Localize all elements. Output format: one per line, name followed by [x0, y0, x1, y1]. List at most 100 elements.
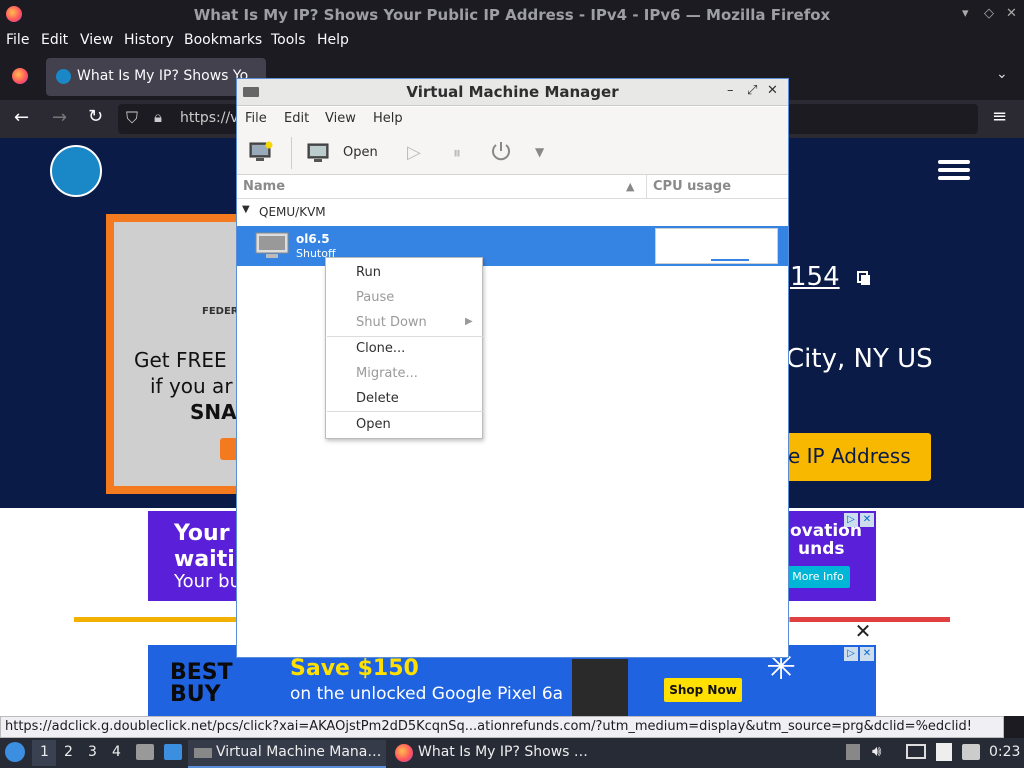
site-favicon-icon: [56, 69, 71, 84]
shop-now-button[interactable]: Shop Now: [664, 678, 742, 702]
connection-group-row[interactable]: ▼ QEMU/KVM: [237, 200, 788, 224]
back-arrow-icon[interactable]: ←: [14, 107, 29, 128]
menu-edit[interactable]: Edit: [41, 32, 68, 48]
minimize-icon[interactable]: ▾: [962, 6, 969, 21]
context-menu-shut-down[interactable]: Shut Down: [356, 315, 427, 330]
menu-file[interactable]: File: [6, 32, 29, 48]
task-firefox[interactable]: What Is My IP? Shows …: [390, 740, 588, 766]
context-menu-migrate[interactable]: Migrate...: [356, 366, 418, 381]
workspace-4[interactable]: 4: [112, 744, 121, 760]
vmm-menu-file[interactable]: File: [245, 111, 267, 126]
menu-help[interactable]: Help: [317, 32, 349, 48]
ad-line-3: SNA: [190, 400, 237, 424]
shutdown-menu-chevron-down-icon[interactable]: ▼: [535, 145, 544, 159]
menu-view[interactable]: View: [80, 32, 113, 48]
firefox-view-icon[interactable]: [12, 68, 28, 84]
ad-close-icon[interactable]: ✕: [860, 647, 874, 661]
context-menu-delete[interactable]: Delete: [356, 391, 399, 406]
app-menu-icon[interactable]: ≡: [992, 106, 1007, 127]
vmm-title: Virtual Machine Manager: [406, 83, 619, 101]
context-menu-clone[interactable]: Clone...: [356, 341, 405, 356]
workspace-2[interactable]: 2: [64, 744, 73, 760]
vmm-titlebar[interactable]: Virtual Machine Manager – ⤢ ✕: [237, 79, 788, 106]
lock-icon[interactable]: 🔒︎: [154, 108, 162, 126]
notification-icon[interactable]: [962, 744, 980, 760]
volume-icon[interactable]: 🔊︎: [872, 742, 881, 760]
adchoices-icon[interactable]: ▷: [844, 647, 858, 661]
run-icon[interactable]: ▷: [407, 142, 421, 163]
ad-close-icon[interactable]: ✕: [860, 513, 874, 527]
vm-list-header: Name ▲ CPU usage: [237, 175, 788, 199]
task-vmm[interactable]: Virtual Machine Mana…: [188, 740, 386, 768]
workspace-1[interactable]: 1: [40, 744, 49, 760]
menu-separator: [327, 336, 483, 337]
file-manager-icon[interactable]: [136, 744, 154, 760]
list-all-tabs-icon[interactable]: ⌄: [996, 66, 1008, 82]
forward-arrow-icon[interactable]: →: [52, 107, 67, 128]
clipboard-icon[interactable]: [936, 743, 952, 761]
banner1-right2: unds: [798, 539, 845, 559]
shield-icon[interactable]: ⛉: [126, 108, 138, 128]
banner1-line2: waitir: [174, 547, 246, 572]
bestbuy-logo: BEST BUY: [170, 660, 233, 707]
vmm-menu-edit[interactable]: Edit: [284, 111, 309, 126]
firefox-task-icon: [395, 744, 413, 762]
open-button[interactable]: Open: [343, 145, 378, 160]
new-vm-icon[interactable]: [249, 141, 273, 167]
menu-history[interactable]: History: [124, 32, 174, 48]
bestbuy-subtext: on the unlocked Google Pixel 6a: [290, 684, 564, 704]
clock[interactable]: 0:23: [989, 744, 1020, 760]
location-text: City, NY US: [786, 344, 933, 374]
side-ad[interactable]: FEDER Get FREE if you ar SNA: [114, 222, 239, 486]
menu-bookmarks[interactable]: Bookmarks: [184, 32, 262, 48]
task-vmm-label: Virtual Machine Mana…: [216, 744, 382, 760]
context-menu-pause[interactable]: Pause: [356, 290, 394, 305]
ad-seal-text: FEDER: [202, 306, 239, 317]
vmm-menu-view[interactable]: View: [325, 111, 356, 126]
copy-icon[interactable]: [856, 270, 872, 286]
workspace-3[interactable]: 3: [88, 744, 97, 760]
vmm-minimize-icon[interactable]: –: [727, 83, 734, 98]
phone-image: [572, 659, 628, 717]
show-desktop-icon[interactable]: [164, 744, 182, 760]
tray-icon[interactable]: [846, 744, 860, 760]
url-text[interactable]: https://v: [180, 110, 238, 126]
reload-icon[interactable]: ↻: [88, 106, 103, 127]
column-header-cpu-usage[interactable]: CPU usage: [653, 179, 731, 194]
submenu-arrow-icon: ▶: [465, 316, 473, 327]
close-icon[interactable]: ✕: [1006, 6, 1017, 21]
vmm-task-icon: [194, 748, 212, 758]
hamburger-menu-icon[interactable]: [938, 160, 970, 164]
context-menu-run[interactable]: Run: [356, 265, 381, 280]
vm-monitor-icon: [255, 232, 289, 264]
context-menu-open[interactable]: Open: [356, 417, 391, 432]
maximize-icon[interactable]: ◇: [984, 6, 994, 21]
vmm-close-icon[interactable]: ✕: [767, 83, 778, 98]
vm-context-menu: Run Pause Shut Down ▶ Clone... Migrate..…: [325, 257, 483, 439]
column-header-name[interactable]: Name: [243, 179, 285, 194]
start-menu-icon[interactable]: [5, 742, 25, 762]
toolbar-separator: [291, 137, 292, 169]
more-info-button[interactable]: More Info: [786, 566, 850, 588]
shutdown-power-icon[interactable]: [489, 139, 513, 167]
close-ad-icon[interactable]: ✕: [850, 619, 876, 643]
vmm-maximize-icon[interactable]: ⤢: [747, 83, 757, 98]
network-icon[interactable]: [906, 744, 926, 759]
site-logo-globe-icon[interactable]: [50, 145, 102, 197]
open-console-icon[interactable]: [307, 143, 329, 167]
menu-separator: [327, 411, 483, 412]
firefox-titlebar: What Is My IP? Shows Your Public IP Addr…: [0, 0, 1024, 30]
expander-chevron-down-icon[interactable]: ▼: [242, 204, 250, 215]
window-title: What Is My IP? Shows Your Public IP Addr…: [193, 6, 831, 24]
adchoices-icon[interactable]: ▷: [844, 513, 858, 527]
ad-line-2: if you ar: [150, 374, 233, 398]
vmm-menubar: File Edit View Help: [237, 107, 788, 131]
vm-name: ol6.5: [296, 232, 330, 246]
menu-tools[interactable]: Tools: [271, 32, 306, 48]
hamburger-bar: [938, 176, 970, 180]
vmm-menu-help[interactable]: Help: [373, 111, 403, 126]
task-firefox-label: What Is My IP? Shows …: [418, 744, 588, 760]
tab-whatismyip[interactable]: What Is My IP? Shows Yo: [46, 58, 266, 96]
pause-icon[interactable]: ⏸︎: [453, 143, 461, 163]
sort-ascending-icon[interactable]: ▲: [626, 180, 634, 193]
